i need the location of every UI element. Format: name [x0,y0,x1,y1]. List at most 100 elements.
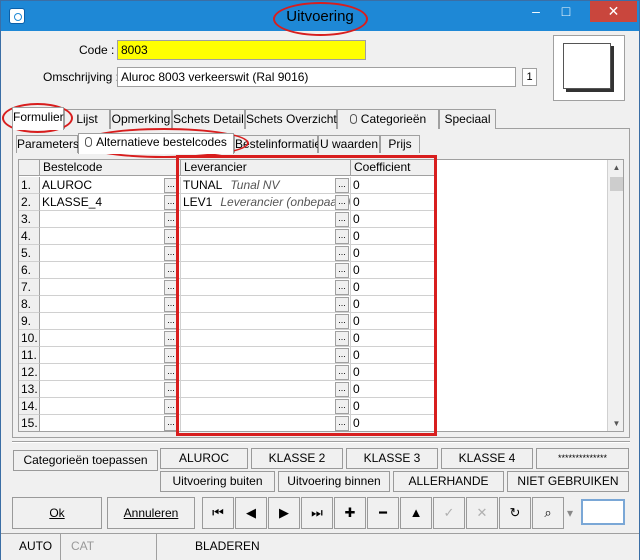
subtab-bestelinformatie[interactable]: Bestelinformatie [234,135,321,153]
tab-lijst[interactable]: Lijst [64,109,110,129]
leverancier-cell[interactable]: LEV1 Leverancier (onbepaald) [181,194,351,211]
coefficient-cell[interactable]: 0 [351,211,435,228]
tab-categorieen[interactable]: Categorieën [337,109,439,129]
leverancier-lookup-button[interactable]: ... [335,195,349,210]
bestelcode-lookup-button[interactable]: ... [164,365,178,380]
leverancier-lookup-button[interactable]: ... [335,229,349,244]
leverancier-lookup-button[interactable]: ... [335,314,349,329]
leverancier-lookup-button[interactable]: ... [335,331,349,346]
prev-record-icon[interactable]: ◀ [235,497,267,529]
leverancier-lookup-button[interactable]: ... [335,399,349,414]
leverancier-cell[interactable] [181,228,351,245]
delete-record-icon[interactable]: ━ [367,497,399,529]
subtab-parameters[interactable]: Parameters [16,135,79,153]
coefficient-cell[interactable]: 0 [351,279,435,296]
leverancier-lookup-button[interactable]: ... [335,297,349,312]
bestelcode-cell[interactable] [40,381,181,398]
binoculars-icon[interactable]: ⌕ [532,497,564,529]
leverancier-cell[interactable]: TUNAL Tunal NV [181,177,351,194]
leverancier-lookup-button[interactable]: ... [335,280,349,295]
bestelcode-cell[interactable] [40,211,181,228]
leverancier-lookup-button[interactable]: ... [335,365,349,380]
bestelcode-lookup-button[interactable]: ... [164,280,178,295]
leverancier-lookup-button[interactable]: ... [335,416,349,431]
klasse3-button[interactable]: KLASSE 3 [346,448,438,469]
coefficient-cell[interactable]: 0 [351,177,435,194]
bestelcode-cell[interactable] [40,279,181,296]
title-bar[interactable]: Uitvoering – □ ✕ [1,1,639,31]
bestelcode-cell[interactable] [40,296,181,313]
scroll-down-icon[interactable]: ▼ [608,416,623,431]
scroll-thumb[interactable] [610,177,623,191]
leverancier-lookup-button[interactable]: ... [335,212,349,227]
bestelcode-cell[interactable]: ALUROC [40,177,181,194]
leverancier-cell[interactable] [181,381,351,398]
coefficient-cell[interactable]: 0 [351,313,435,330]
bestelcode-cell[interactable] [40,347,181,364]
annuleren-button[interactable]: Annuleren [107,497,195,529]
categorieen-toepassen-button[interactable]: Categorieën toepassen [13,450,158,471]
bestelcode-cell[interactable] [40,313,181,330]
allerhande-button[interactable]: ALLERHANDE [393,471,504,492]
leverancier-lookup-button[interactable]: ... [335,263,349,278]
post-record-icon[interactable]: ✓ [433,497,465,529]
coefficient-cell[interactable]: 0 [351,381,435,398]
coefficient-cell[interactable]: 0 [351,398,435,415]
uitvoering-buiten-button[interactable]: Uitvoering buiten [160,471,275,492]
next-record-icon[interactable]: ▶ [268,497,300,529]
coefficient-cell[interactable]: 0 [351,364,435,381]
tab-schets-detail[interactable]: Schets Detail [172,109,245,129]
leverancier-lookup-button[interactable]: ... [335,348,349,363]
leverancier-cell[interactable] [181,330,351,347]
bestelcode-lookup-button[interactable]: ... [164,212,178,227]
subtab-alternatieve-bestelcodes[interactable]: Alternatieve bestelcodes [78,133,234,154]
leverancier-cell[interactable] [181,296,351,313]
first-record-icon[interactable]: ⏮ [202,497,234,529]
close-button[interactable]: ✕ [590,1,637,22]
coefficient-cell[interactable]: 0 [351,296,435,313]
code-input[interactable]: 8003 [117,40,366,60]
aluroc-button[interactable]: ALUROC [160,448,248,469]
leverancier-lookup-button[interactable]: ... [335,382,349,397]
bestelcode-cell[interactable]: KLASSE_4 [40,194,181,211]
coefficient-cell[interactable]: 0 [351,262,435,279]
edit-record-icon[interactable]: ▲ [400,497,432,529]
coefficient-cell[interactable]: 0 [351,330,435,347]
leverancier-cell[interactable] [181,313,351,330]
subtab-u-waarden[interactable]: U waarden [318,135,380,153]
bestelcode-cell[interactable] [40,228,181,245]
bestelcode-lookup-button[interactable]: ... [164,263,178,278]
leverancier-cell[interactable] [181,415,351,431]
maximize-button[interactable]: □ [551,1,581,22]
bestelcode-lookup-button[interactable]: ... [164,348,178,363]
bestelcode-lookup-button[interactable]: ... [164,314,178,329]
leverancier-cell[interactable] [181,364,351,381]
tab-formulier[interactable]: Formulier [12,107,64,130]
minimize-button[interactable]: – [521,1,551,22]
subtab-prijs[interactable]: Prijs [380,135,420,153]
dropdown-icon[interactable]: ▾ [567,506,573,520]
leverancier-cell[interactable] [181,262,351,279]
bestelcode-cell[interactable] [40,398,181,415]
coefficient-cell[interactable]: 0 [351,228,435,245]
scroll-up-icon[interactable]: ▲ [608,160,623,176]
tab-schets-overzicht[interactable]: Schets Overzicht [245,109,337,129]
bestelcode-lookup-button[interactable]: ... [164,195,178,210]
bestelcode-lookup-button[interactable]: ... [164,178,178,193]
leverancier-cell[interactable] [181,211,351,228]
add-record-icon[interactable]: ✚ [334,497,366,529]
tab-opmerking[interactable]: Opmerking [110,109,172,129]
bestelcode-lookup-button[interactable]: ... [164,382,178,397]
klasse4-button[interactable]: KLASSE 4 [441,448,533,469]
niet-gebruiken-button[interactable]: NIET GEBRUIKEN [507,471,629,492]
leverancier-cell[interactable] [181,245,351,262]
bestelcode-lookup-button[interactable]: ... [164,399,178,414]
leverancier-lookup-button[interactable]: ... [335,246,349,261]
last-record-icon[interactable]: ⏭ [301,497,333,529]
bestelcode-lookup-button[interactable]: ... [164,246,178,261]
ok-button[interactable]: Ok [12,497,102,529]
stars-button[interactable]: ************** [536,448,629,469]
cancel-edit-icon[interactable]: ✕ [466,497,498,529]
coefficient-cell[interactable]: 0 [351,415,435,431]
coefficient-cell[interactable]: 0 [351,347,435,364]
